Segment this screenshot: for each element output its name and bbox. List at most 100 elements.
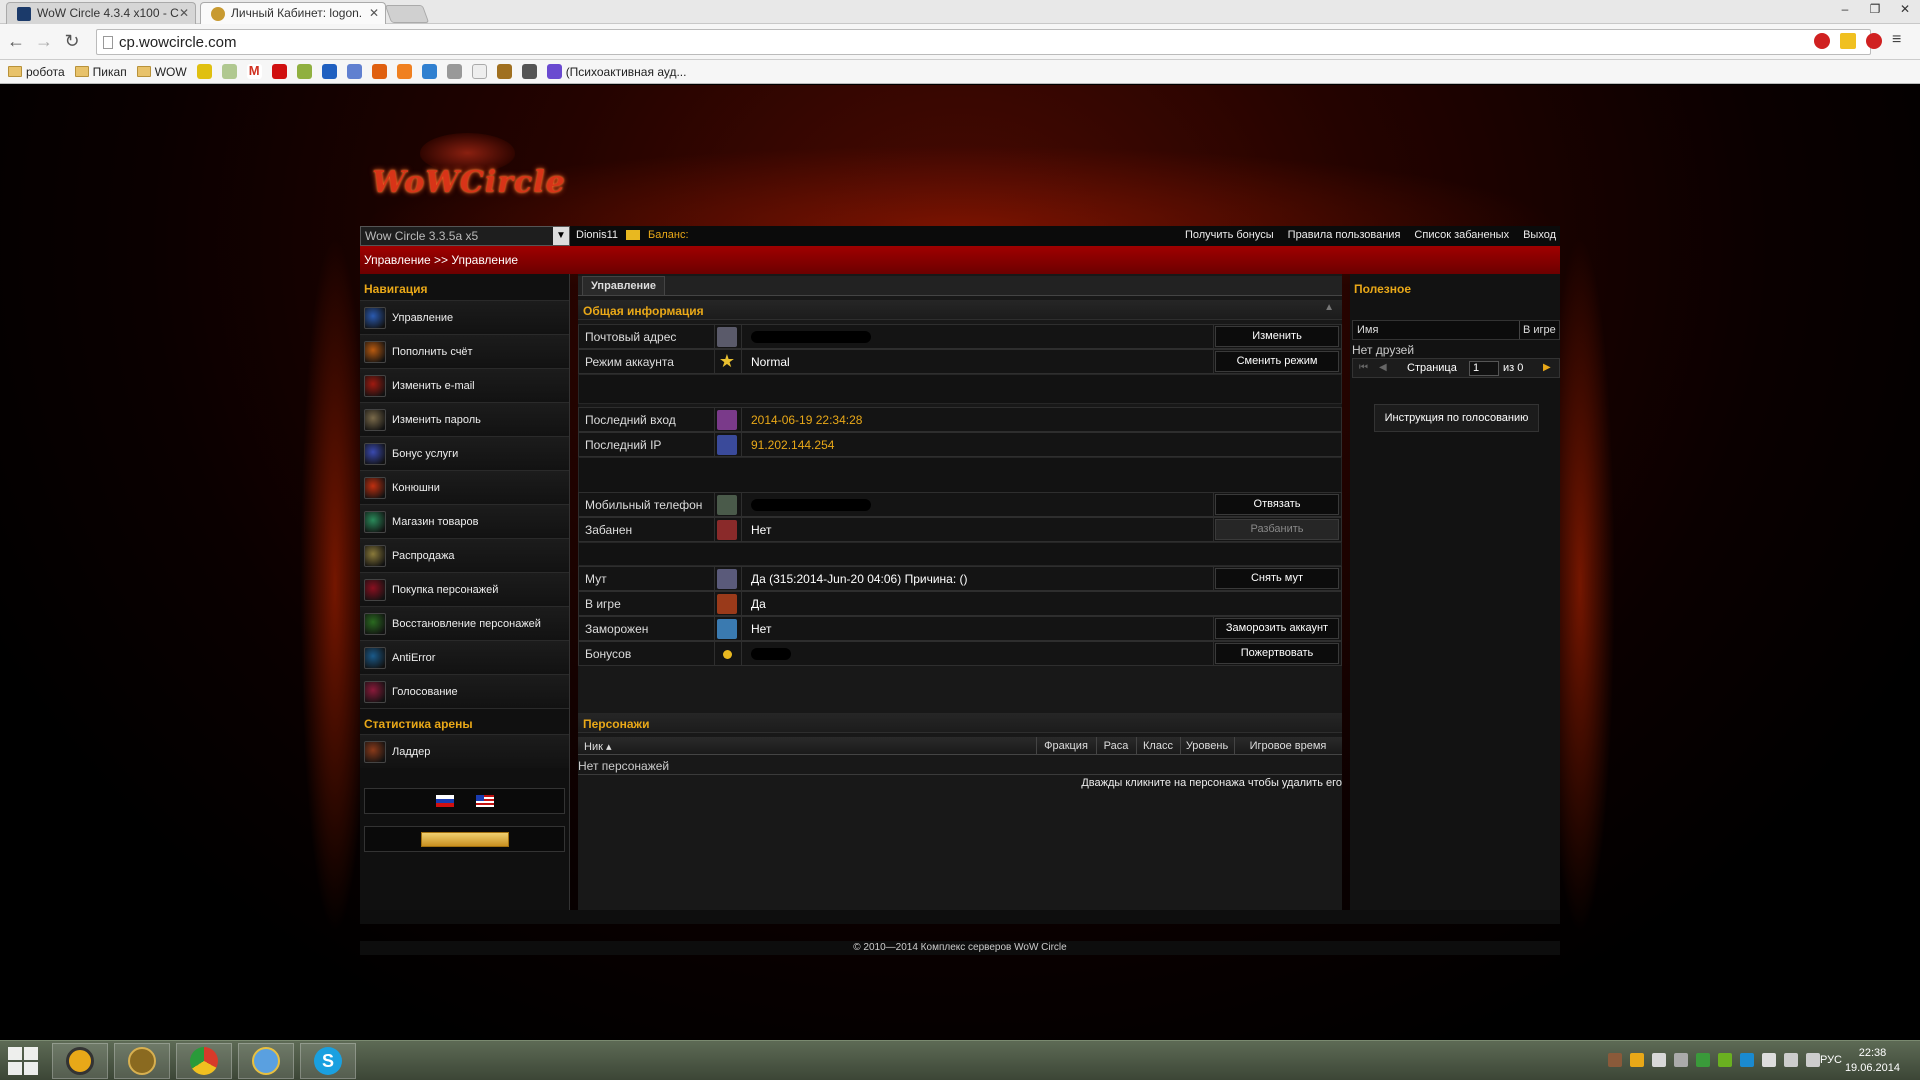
tray-icon[interactable] — [1718, 1053, 1732, 1067]
notification-icon[interactable] — [1674, 1053, 1688, 1067]
bookmark-icon[interactable] — [421, 64, 437, 79]
change-email-button[interactable]: Изменить — [1215, 326, 1339, 347]
upload-icon[interactable] — [321, 64, 337, 79]
bookmark-folder-robota[interactable]: робота — [8, 65, 65, 79]
browser-tab-wowcircle[interactable]: WoW Circle 4.3.4 x100 - C ✕ — [6, 2, 196, 24]
prev-page-icon[interactable]: ◀ — [1379, 362, 1387, 373]
back-icon[interactable]: ← — [4, 30, 28, 54]
tray-icon[interactable] — [1696, 1053, 1710, 1067]
donate-button[interactable]: Пожертвовать — [1215, 643, 1339, 664]
gmail-icon[interactable]: M — [246, 64, 262, 79]
column-playtime[interactable]: Игровое время — [1236, 740, 1340, 752]
vote-instructions-button[interactable]: Инструкция по голосованию — [1374, 404, 1539, 432]
bookmark-icon[interactable] — [521, 64, 537, 79]
change-mode-button[interactable]: Сменить режим — [1215, 351, 1339, 372]
sidebar-item-sale[interactable]: Распродажа — [360, 538, 569, 572]
column-class[interactable]: Класс — [1138, 740, 1178, 752]
pro-extension-icon[interactable] — [1814, 33, 1830, 49]
column-name[interactable]: Имя — [1357, 324, 1378, 336]
youtube-icon[interactable] — [271, 64, 287, 79]
sidebar-item-email[interactable]: Изменить e-mail — [360, 368, 569, 402]
sidebar-item-ladder[interactable]: Ладдер — [360, 734, 569, 768]
taskbar-app-globe[interactable] — [238, 1043, 294, 1079]
username[interactable]: Dionis11 — [576, 229, 618, 241]
taskbar-app-launcher[interactable] — [52, 1043, 108, 1079]
new-tab-button[interactable] — [384, 5, 430, 23]
bookmark-star-icon[interactable] — [1840, 33, 1856, 49]
page-input[interactable]: 1 — [1469, 361, 1499, 376]
bookmark-icon[interactable] — [496, 64, 512, 79]
minimize-icon[interactable]: – — [1830, 0, 1860, 20]
bookmark-icon[interactable] — [196, 64, 212, 79]
banned-list-link[interactable]: Список забаненых — [1414, 229, 1509, 241]
close-tab-icon[interactable]: ✕ — [179, 6, 189, 20]
sidebar-item-antierror[interactable]: AntiError — [360, 640, 569, 674]
tray-icon[interactable] — [1608, 1053, 1622, 1067]
language-indicator[interactable]: РУС — [1820, 1054, 1842, 1066]
address-bar[interactable]: cp.wowcircle.com — [96, 29, 1871, 55]
taskbar-app-wow[interactable] — [114, 1043, 170, 1079]
tray-icon[interactable] — [1652, 1053, 1666, 1067]
system-clock[interactable]: 22:38 19.06.2014 — [1845, 1046, 1900, 1076]
sidebar-item-buy-character[interactable]: Покупка персонажей — [360, 572, 569, 606]
sidebar-item-management[interactable]: Управление — [360, 300, 569, 334]
column-race[interactable]: Раса — [1098, 740, 1134, 752]
bookmark-folder-pikap[interactable]: Пикап — [74, 65, 127, 79]
realm-select[interactable]: Wow Circle 3.3.5a x5 ▼ — [360, 226, 570, 246]
russian-flag-icon[interactable] — [435, 795, 454, 807]
counter-banner-icon[interactable] — [420, 831, 509, 847]
mail-icon[interactable] — [626, 230, 640, 240]
sidebar-item-stable[interactable]: Конюшни — [360, 470, 569, 504]
sidebar-item-bonus[interactable]: Бонус услуги — [360, 436, 569, 470]
first-page-icon[interactable]: ⏮ — [1359, 362, 1368, 373]
taskbar-app-skype[interactable]: S — [300, 1043, 356, 1079]
adblock-icon[interactable] — [1866, 33, 1882, 49]
sidebar-item-wallet[interactable]: Пополнить счёт — [360, 334, 569, 368]
close-tab-icon[interactable]: ✕ — [369, 6, 379, 20]
get-bonuses-link[interactable]: Получить бонусы — [1185, 229, 1274, 241]
sidebar-item-password[interactable]: Изменить пароль — [360, 402, 569, 436]
bookmark-psychoactive[interactable]: (Психоактивная ауд... — [546, 64, 686, 79]
rules-link[interactable]: Правила пользования — [1288, 229, 1401, 241]
restore-icon[interactable]: ❐ — [1860, 0, 1890, 20]
sidebar-item-shop[interactable]: Магазин товаров — [360, 504, 569, 538]
reload-icon[interactable]: ↻ — [60, 30, 84, 54]
close-window-icon[interactable]: ✕ — [1890, 0, 1920, 20]
windows-start-icon[interactable] — [8, 1047, 38, 1075]
bookmark-icon[interactable] — [221, 64, 237, 79]
next-page-icon[interactable]: ▶ — [1543, 362, 1551, 373]
bookmark-folder-wow[interactable]: WOW — [136, 65, 187, 79]
tray-icon[interactable] — [1740, 1053, 1754, 1067]
volume-icon[interactable] — [1806, 1053, 1820, 1067]
site-logo[interactable]: WoWCircle — [372, 165, 565, 210]
forward-icon[interactable]: → — [32, 30, 56, 54]
flag-icon[interactable] — [1762, 1053, 1776, 1067]
unban-button[interactable]: Разбанить — [1215, 519, 1339, 540]
network-icon[interactable] — [1784, 1053, 1798, 1067]
bookmark-icon[interactable] — [396, 64, 412, 79]
remove-mute-button[interactable]: Снять мут — [1215, 568, 1339, 589]
column-ingame[interactable]: В игре — [1523, 324, 1556, 336]
bookmark-icon[interactable] — [296, 64, 312, 79]
sidebar-item-restore-character[interactable]: Восстановление персонажей — [360, 606, 569, 640]
bookmark-icon[interactable] — [371, 64, 387, 79]
bookmark-icon[interactable] — [446, 64, 462, 79]
us-flag-icon[interactable] — [475, 795, 494, 807]
browser-tab-cabinet[interactable]: Личный Кабинет: logon. ✕ — [200, 2, 386, 24]
menu-icon[interactable]: ≡ — [1892, 32, 1908, 49]
bookmark-icon[interactable] — [346, 64, 362, 79]
freeze-account-button[interactable]: Заморозить аккаунт — [1215, 618, 1339, 639]
chevron-down-icon[interactable]: ▼ — [553, 227, 569, 245]
column-nick[interactable]: Ник ▴ — [584, 740, 611, 753]
column-level[interactable]: Уровень — [1182, 740, 1232, 752]
tab-management[interactable]: Управление — [582, 276, 666, 295]
restore-character-icon — [364, 612, 386, 635]
column-faction[interactable]: Фракция — [1040, 740, 1092, 752]
taskbar-app-chrome[interactable] — [176, 1043, 232, 1079]
tray-icon[interactable] — [1630, 1053, 1644, 1067]
page-bookmark-icon[interactable] — [471, 64, 487, 79]
sidebar-item-vote[interactable]: Голосование — [360, 674, 569, 708]
collapse-icon[interactable]: ▲ — [1324, 302, 1334, 313]
unbind-phone-button[interactable]: Отвязать — [1215, 494, 1339, 515]
logout-link[interactable]: Выход — [1523, 229, 1556, 241]
